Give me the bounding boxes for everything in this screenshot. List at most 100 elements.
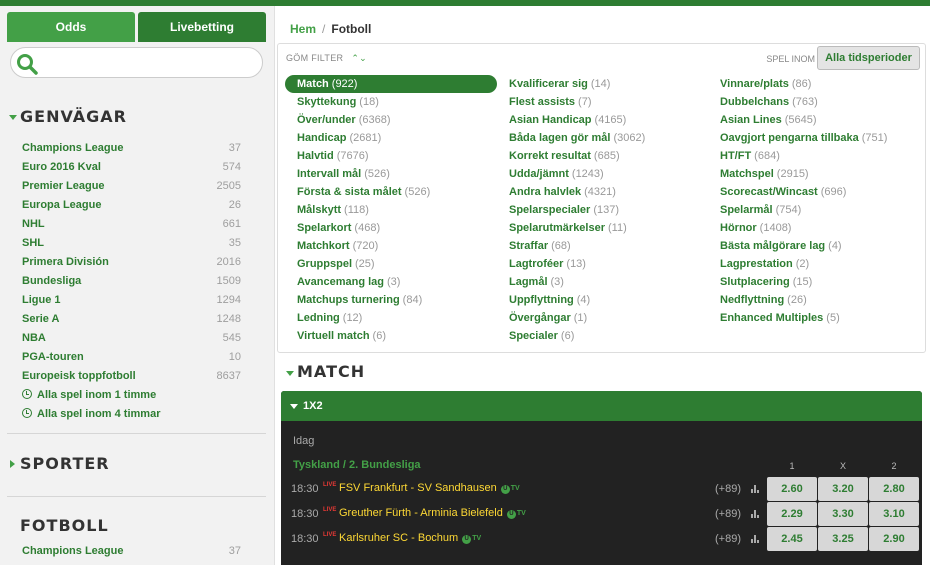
- search-input[interactable]: [41, 52, 256, 73]
- more-markets-link[interactable]: (+89): [715, 508, 741, 520]
- odds-button[interactable]: 3.10: [869, 502, 919, 526]
- market-filter-item[interactable]: Spelarkort (468): [285, 219, 497, 237]
- event-time: 18:30: [291, 483, 319, 495]
- market-filter-item[interactable]: Båda lagen gör mål (3062): [497, 129, 709, 147]
- fotboll-item-champions-league[interactable]: Champions League 37: [7, 542, 266, 561]
- breadcrumb-home[interactable]: Hem: [290, 22, 316, 36]
- market-filter-item[interactable]: Virtuell match (6): [285, 327, 497, 345]
- market-filter-item[interactable]: Korrekt resultat (685): [497, 147, 709, 165]
- shortcut-item[interactable]: Serie A 1248: [7, 310, 266, 329]
- market-filter-item[interactable]: Vinnare/plats (86): [708, 75, 920, 93]
- more-markets-link[interactable]: (+89): [715, 533, 741, 545]
- market-filter-item[interactable]: Flest assists (7): [497, 93, 709, 111]
- market-filter-item[interactable]: Dubbelchans (763): [708, 93, 920, 111]
- breadcrumb-current: Fotboll: [331, 22, 372, 36]
- market-filter-item[interactable]: Lagprestation (2): [708, 255, 920, 273]
- odds-button[interactable]: 2.60: [767, 477, 817, 501]
- tab-odds[interactable]: Odds: [7, 12, 135, 42]
- market-filter-item[interactable]: Ledning (12): [285, 309, 497, 327]
- market-filter-item[interactable]: Spelarspecialer (137): [497, 201, 709, 219]
- tab-livebetting[interactable]: Livebetting: [138, 12, 266, 42]
- market-filter-item[interactable]: Spelarmål (754): [708, 201, 920, 219]
- market-label: Dubbelchans: [720, 96, 790, 108]
- fotboll-item-label: Champions League: [22, 545, 124, 557]
- shortcut-item[interactable]: PGA-touren 10: [7, 348, 266, 367]
- board-header-1x2[interactable]: 1X2: [281, 391, 922, 421]
- market-filter-item[interactable]: Matchups turnering (84): [285, 291, 497, 309]
- market-filter-item[interactable]: Matchkort (720): [285, 237, 497, 255]
- shortcut-item[interactable]: Primera División 2016: [7, 253, 266, 272]
- market-filter-item[interactable]: Slutplacering (15): [708, 273, 920, 291]
- market-filter-item[interactable]: Övergångar (1): [497, 309, 709, 327]
- market-filter-item[interactable]: Straffar (68): [497, 237, 709, 255]
- market-filter-item[interactable]: Spelarutmärkelser (11): [497, 219, 709, 237]
- genvagar-header[interactable]: GENVÄGAR: [7, 106, 266, 128]
- event-teams[interactable]: FSV Frankfurt - SV Sandhausen U TV: [339, 482, 520, 494]
- shortcut-item[interactable]: Ligue 1 1294: [7, 291, 266, 310]
- hide-filter-toggle[interactable]: GÖM FILTER ⌃⌄: [286, 53, 367, 64]
- market-filter-item[interactable]: Asian Lines (5645): [708, 111, 920, 129]
- event-time: 18:30: [291, 508, 319, 520]
- more-markets-link[interactable]: (+89): [715, 483, 741, 495]
- match-section-header[interactable]: MATCH: [284, 362, 365, 381]
- market-filter-item[interactable]: Intervall mål (526): [285, 165, 497, 183]
- market-filter-item[interactable]: HT/FT (684): [708, 147, 920, 165]
- shortcut-item[interactable]: Champions League 37: [7, 139, 266, 158]
- market-filter-item[interactable]: Andra halvlek (4321): [497, 183, 709, 201]
- market-count: (13): [566, 258, 586, 270]
- odds-button[interactable]: 3.30: [818, 502, 868, 526]
- time-filter-link[interactable]: Alla spel inom 1 timme: [7, 386, 266, 405]
- market-filter-item[interactable]: Handicap (2681): [285, 129, 497, 147]
- odds-button[interactable]: 2.80: [869, 477, 919, 501]
- league-name[interactable]: Tyskland / 2. Bundesliga: [293, 459, 421, 471]
- shortcut-item[interactable]: Bundesliga 1509: [7, 272, 266, 291]
- period-select-button[interactable]: Alla tidsperioder: [817, 46, 920, 70]
- odds-button[interactable]: 2.29: [767, 502, 817, 526]
- shortcut-item[interactable]: Europeisk toppfotboll 8637: [7, 367, 266, 386]
- market-filter-item[interactable]: Bästa målgörare lag (4): [708, 237, 920, 255]
- odds-button[interactable]: 3.20: [818, 477, 868, 501]
- market-filter-item[interactable]: Kvalificerar sig (14): [497, 75, 709, 93]
- sporter-header[interactable]: SPORTER: [7, 453, 266, 475]
- market-label: Bästa målgörare lag: [720, 240, 826, 252]
- shortcut-item[interactable]: Euro 2016 Kval 574: [7, 158, 266, 177]
- market-filter-item[interactable]: Nedflyttning (26): [708, 291, 920, 309]
- stats-icon[interactable]: [751, 485, 759, 493]
- market-filter-item[interactable]: Hörnor (1408): [708, 219, 920, 237]
- market-filter-item[interactable]: Uppflyttning (4): [497, 291, 709, 309]
- event-row: 18:30 LIVE Greuther Fürth - Arminia Bielef…: [281, 502, 922, 526]
- market-filter-item[interactable]: Specialer (6): [497, 327, 709, 345]
- shortcut-item[interactable]: NHL 661: [7, 215, 266, 234]
- market-filter-item[interactable]: Skyttekung (18): [285, 93, 497, 111]
- market-filter-item[interactable]: Halvtid (7676): [285, 147, 497, 165]
- market-count: (15): [792, 276, 813, 288]
- event-teams[interactable]: Karlsruher SC - Bochum U TV: [339, 532, 481, 544]
- market-filter-item[interactable]: Avancemang lag (3): [285, 273, 497, 291]
- market-filter-item[interactable]: Gruppspel (25): [285, 255, 497, 273]
- shortcut-item[interactable]: NBA 545: [7, 329, 266, 348]
- event-teams[interactable]: Greuther Fürth - Arminia Bielefeld U TV: [339, 507, 526, 519]
- shortcut-item[interactable]: SHL 35: [7, 234, 266, 253]
- market-filter-item[interactable]: Lagmål (3): [497, 273, 709, 291]
- market-filter-item[interactable]: Enhanced Multiples (5): [708, 309, 920, 327]
- market-filter-item[interactable]: Oavgjort pengarna tillbaka (751): [708, 129, 920, 147]
- market-filter-item[interactable]: Målskytt (118): [285, 201, 497, 219]
- time-filter-link[interactable]: Alla spel inom 4 timmar: [7, 405, 266, 424]
- market-filter-item[interactable]: Första & sista målet (526): [285, 183, 497, 201]
- market-filter-item[interactable]: Matchspel (2915): [708, 165, 920, 183]
- market-filter-item[interactable]: Udda/jämnt (1243): [497, 165, 709, 183]
- market-count: (11): [608, 222, 627, 234]
- odds-button[interactable]: 3.25: [818, 527, 868, 551]
- market-filter-item[interactable]: Lagtroféer (13): [497, 255, 709, 273]
- shortcut-item[interactable]: Premier League 2505: [7, 177, 266, 196]
- market-filter-item[interactable]: Scorecast/Wincast (696): [708, 183, 920, 201]
- stats-icon[interactable]: [751, 535, 759, 543]
- stats-icon[interactable]: [751, 510, 759, 518]
- shortcut-item[interactable]: Europa League 26: [7, 196, 266, 215]
- search-box[interactable]: [10, 47, 263, 78]
- market-filter-item[interactable]: Över/under (6368): [285, 111, 497, 129]
- odds-button[interactable]: 2.90: [869, 527, 919, 551]
- odds-button[interactable]: 2.45: [767, 527, 817, 551]
- market-filter-item[interactable]: Asian Handicap (4165): [497, 111, 709, 129]
- market-filter-item[interactable]: Match (922): [285, 75, 497, 93]
